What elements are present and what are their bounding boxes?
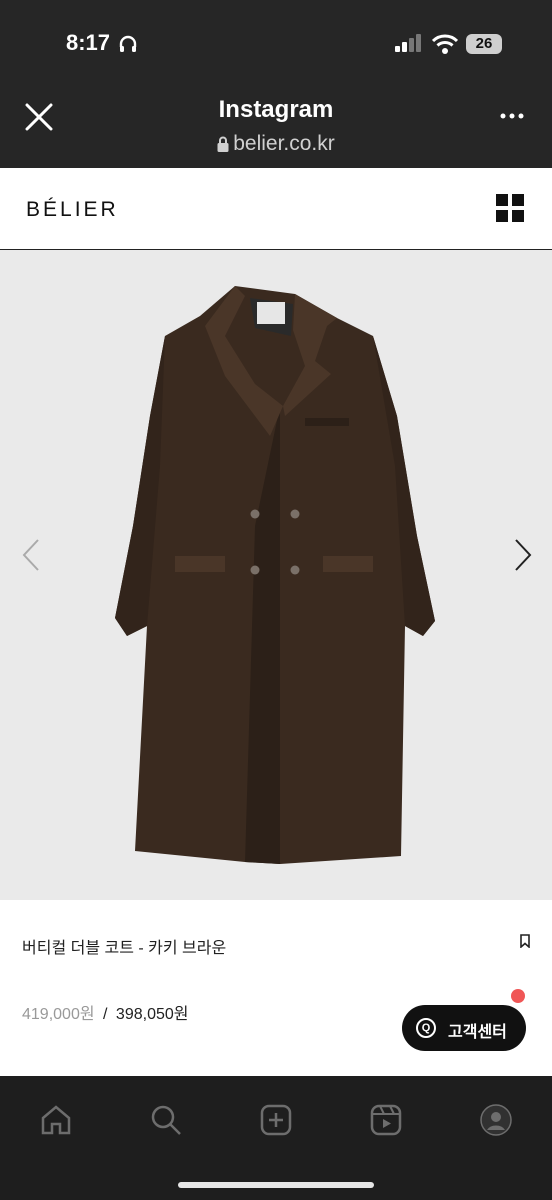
status-time: 8:17 — [66, 30, 111, 55]
chevron-right-icon[interactable] — [512, 538, 534, 572]
home-icon[interactable] — [38, 1102, 74, 1138]
create-icon[interactable] — [258, 1102, 294, 1138]
price-original: 419,000원 — [22, 1006, 95, 1023]
chevron-left-icon[interactable] — [20, 538, 42, 572]
brand-logo[interactable]: BÉLIER — [26, 198, 119, 222]
battery-indicator: 26 — [466, 34, 502, 54]
browser-title: Instagram — [218, 96, 334, 123]
browser-url[interactable]: belier.co.kr — [0, 132, 552, 156]
profile-icon[interactable] — [478, 1102, 514, 1138]
reels-icon[interactable] — [368, 1102, 404, 1138]
product-name: 버티컬 더블 코트 - 카키 브라운 — [22, 940, 227, 957]
customer-service-label: 고객센터 — [448, 1024, 507, 1041]
grid-menu-icon[interactable] — [496, 194, 524, 222]
price-sale: 398,050원 — [115, 1006, 189, 1023]
price-row: 419,000원 / 398,050원 — [22, 1000, 188, 1024]
in-app-browser-bar: Instagram belier.co.kr — [0, 88, 552, 168]
customer-service-button[interactable]: Q 고객센터 — [402, 1005, 526, 1051]
status-bar: 8:17 26 — [0, 0, 552, 88]
home-indicator[interactable] — [178, 1182, 374, 1188]
price-separator: / — [103, 1006, 108, 1023]
chat-icon: Q — [416, 1018, 436, 1038]
lock-icon — [217, 137, 229, 153]
bookmark-icon[interactable] — [520, 934, 530, 948]
site-header: BÉLIER — [0, 168, 552, 250]
search-icon[interactable] — [148, 1102, 184, 1138]
wifi-icon — [432, 34, 458, 54]
product-image — [115, 286, 435, 864]
product-image-gallery[interactable] — [0, 250, 552, 900]
cellular-signal-icon — [395, 34, 421, 52]
url-text: belier.co.kr — [233, 132, 335, 155]
notification-badge — [511, 989, 525, 1003]
bottom-navigation — [0, 1076, 552, 1200]
more-options-icon[interactable] — [500, 112, 524, 120]
headphones-icon — [119, 35, 137, 52]
